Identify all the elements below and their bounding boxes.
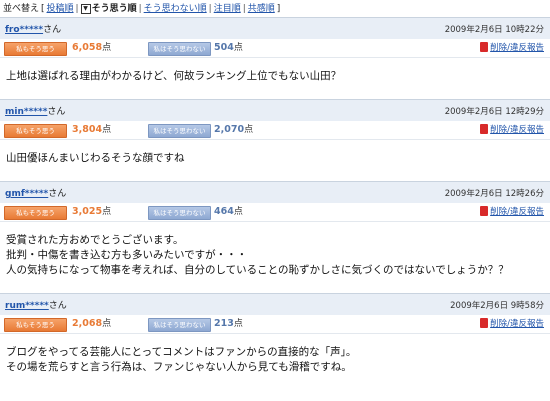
sort-option-agree-order[interactable]: そう思う順 bbox=[92, 4, 137, 14]
comment-line: 受賞された方おめでとうございます。 bbox=[6, 234, 184, 246]
agree-button[interactable]: 私もそう思う bbox=[4, 42, 67, 56]
report-link[interactable]: 削除/違反報告 bbox=[480, 318, 544, 330]
comment-item: fro*****さん 2009年2月6日 10時22分 私もそう思う 6,058… bbox=[0, 17, 550, 99]
comment-line: 批判・中傷を書き込む方も多いみたいですが・・・ bbox=[6, 249, 248, 261]
name-suffix: さん bbox=[43, 25, 62, 35]
comment-header: rum*****さん 2009年2月6日 9時58分 bbox=[0, 293, 550, 315]
points-unit: 点 bbox=[233, 207, 243, 217]
agree-count: 2,068点 bbox=[72, 318, 111, 330]
agree-count: 3,025点 bbox=[72, 206, 111, 218]
username-link[interactable]: min***** bbox=[5, 107, 47, 117]
comment-line: 人の気持ちになって物事を考えれば、自分のしていることの恥ずかしさに気づくのではな… bbox=[6, 264, 509, 276]
sort-bracket-open: [ bbox=[41, 4, 45, 14]
vote-row: 私もそう思う 6,058点 私はそう思わない 504点 削除/違反報告 bbox=[0, 39, 550, 58]
report-label: 削除/違反報告 bbox=[490, 125, 544, 135]
comment-author: rum*****さん bbox=[5, 298, 67, 311]
agree-count: 6,058点 bbox=[72, 42, 111, 54]
agree-count-value: 2,068 bbox=[72, 318, 103, 329]
comment-item: rum*****さん 2009年2月6日 9時58分 私もそう思う 2,068点… bbox=[0, 293, 550, 385]
agree-button[interactable]: 私もそう思う bbox=[4, 318, 67, 332]
comment-header: gmf*****さん 2009年2月6日 12時26分 bbox=[0, 181, 550, 203]
comment-timestamp: 2009年2月6日 9時58分 bbox=[450, 301, 544, 311]
sort-option-attention-order[interactable]: 注目順 bbox=[214, 4, 241, 14]
comment-header: fro*****さん 2009年2月6日 10時22分 bbox=[0, 17, 550, 39]
sort-bracket-close: ] bbox=[276, 4, 281, 14]
points-unit: 点 bbox=[102, 125, 112, 135]
report-label: 削除/違反報告 bbox=[490, 43, 544, 53]
sort-separator: | bbox=[242, 4, 246, 14]
agree-button[interactable]: 私もそう思う bbox=[4, 124, 67, 138]
sort-option-disagree-order[interactable]: そう思わない順 bbox=[144, 4, 207, 14]
sort-option-empathy-order[interactable]: 共感順 bbox=[248, 4, 275, 14]
comment-timestamp: 2009年2月6日 12時29分 bbox=[444, 107, 544, 117]
report-icon bbox=[480, 318, 489, 328]
points-unit: 点 bbox=[102, 319, 112, 329]
sort-label: 並べ替え bbox=[3, 4, 40, 14]
comment-timestamp: 2009年2月6日 10時22分 bbox=[444, 25, 544, 35]
agree-count-value: 6,058 bbox=[72, 42, 103, 53]
report-label: 削除/違反報告 bbox=[490, 207, 544, 217]
comment-line: その場を荒らすと言う行為は、ファンじゃない人から見ても滑稽ですね。 bbox=[6, 361, 352, 373]
sort-separator: | bbox=[138, 4, 142, 14]
comment-author: fro*****さん bbox=[5, 22, 61, 35]
vote-row: 私もそう思う 2,068点 私はそう思わない 213点 削除/違反報告 bbox=[0, 315, 550, 334]
report-link[interactable]: 削除/違反報告 bbox=[480, 206, 544, 218]
username-link[interactable]: fro***** bbox=[5, 25, 43, 35]
report-label: 削除/違反報告 bbox=[490, 319, 544, 329]
report-icon bbox=[480, 206, 489, 216]
name-suffix: さん bbox=[48, 189, 67, 199]
points-unit: 点 bbox=[102, 207, 112, 217]
disagree-count: 213点 bbox=[214, 318, 243, 330]
disagree-button[interactable]: 私はそう思わない bbox=[148, 206, 211, 220]
agree-button[interactable]: 私もそう思う bbox=[4, 206, 67, 220]
comment-line: 山田優ほんまいじわるそうな顔ですね bbox=[6, 152, 185, 164]
disagree-count: 504点 bbox=[214, 42, 243, 54]
sort-bar: 並べ替え[投稿順 | ▼ そう思う順 | そう思わない順 | 注目順 | 共感順] bbox=[0, 0, 550, 17]
disagree-button[interactable]: 私はそう思わない bbox=[148, 124, 211, 138]
report-icon bbox=[480, 124, 489, 134]
agree-count: 3,804点 bbox=[72, 124, 111, 136]
vote-row: 私もそう思う 3,804点 私はそう思わない 2,070点 削除/違反報告 bbox=[0, 121, 550, 140]
disagree-count-value: 213 bbox=[214, 318, 234, 329]
disagree-count-value: 504 bbox=[214, 42, 234, 53]
points-unit: 点 bbox=[244, 125, 254, 135]
username-link[interactable]: rum***** bbox=[5, 301, 49, 311]
comment-item: gmf*****さん 2009年2月6日 12時26分 私もそう思う 3,025… bbox=[0, 181, 550, 293]
comment-author: min*****さん bbox=[5, 104, 65, 117]
disagree-count-value: 2,070 bbox=[214, 124, 245, 135]
report-link[interactable]: 削除/違反報告 bbox=[480, 124, 544, 136]
disagree-button[interactable]: 私はそう思わない bbox=[148, 42, 211, 56]
sort-checkbox-icon[interactable]: ▼ bbox=[80, 3, 91, 14]
agree-count-value: 3,025 bbox=[72, 206, 103, 217]
comment-body: 上地は選ばれる理由がわかるけど、何故ランキング上位でもない山田？ bbox=[0, 58, 550, 99]
sort-separator: | bbox=[75, 4, 79, 14]
disagree-count: 464点 bbox=[214, 206, 243, 218]
points-unit: 点 bbox=[233, 319, 243, 329]
comment-body: ブログをやってる芸能人にとってコメントはファンからの直接的な「声」。 その場を荒… bbox=[0, 334, 550, 385]
disagree-button[interactable]: 私はそう思わない bbox=[148, 318, 211, 332]
comment-line: ブログをやってる芸能人にとってコメントはファンからの直接的な「声」。 bbox=[6, 346, 357, 358]
name-suffix: さん bbox=[48, 301, 67, 311]
name-suffix: さん bbox=[47, 107, 66, 117]
sort-separator: | bbox=[208, 4, 212, 14]
report-icon bbox=[480, 42, 489, 52]
comment-timestamp: 2009年2月6日 12時26分 bbox=[444, 189, 544, 199]
disagree-count-value: 464 bbox=[214, 206, 234, 217]
comment-header: min*****さん 2009年2月6日 12時29分 bbox=[0, 99, 550, 121]
points-unit: 点 bbox=[102, 43, 112, 53]
vote-row: 私もそう思う 3,025点 私はそう思わない 464点 削除/違反報告 bbox=[0, 203, 550, 222]
comment-item: min*****さん 2009年2月6日 12時29分 私もそう思う 3,804… bbox=[0, 99, 550, 181]
comment-body: 山田優ほんまいじわるそうな顔ですね bbox=[0, 140, 550, 181]
points-unit: 点 bbox=[233, 43, 243, 53]
comment-line: 上地は選ばれる理由がわかるけど、何故ランキング上位でもない山田？ bbox=[6, 70, 342, 82]
disagree-count: 2,070点 bbox=[214, 124, 253, 136]
agree-count-value: 3,804 bbox=[72, 124, 103, 135]
username-link[interactable]: gmf***** bbox=[5, 189, 48, 199]
sort-option-post-order[interactable]: 投稿順 bbox=[47, 4, 74, 14]
report-link[interactable]: 削除/違反報告 bbox=[480, 42, 544, 54]
comment-body: 受賞された方おめでとうございます。 批判・中傷を書き込む方も多いみたいですが・・… bbox=[0, 222, 550, 293]
comment-author: gmf*****さん bbox=[5, 186, 66, 199]
